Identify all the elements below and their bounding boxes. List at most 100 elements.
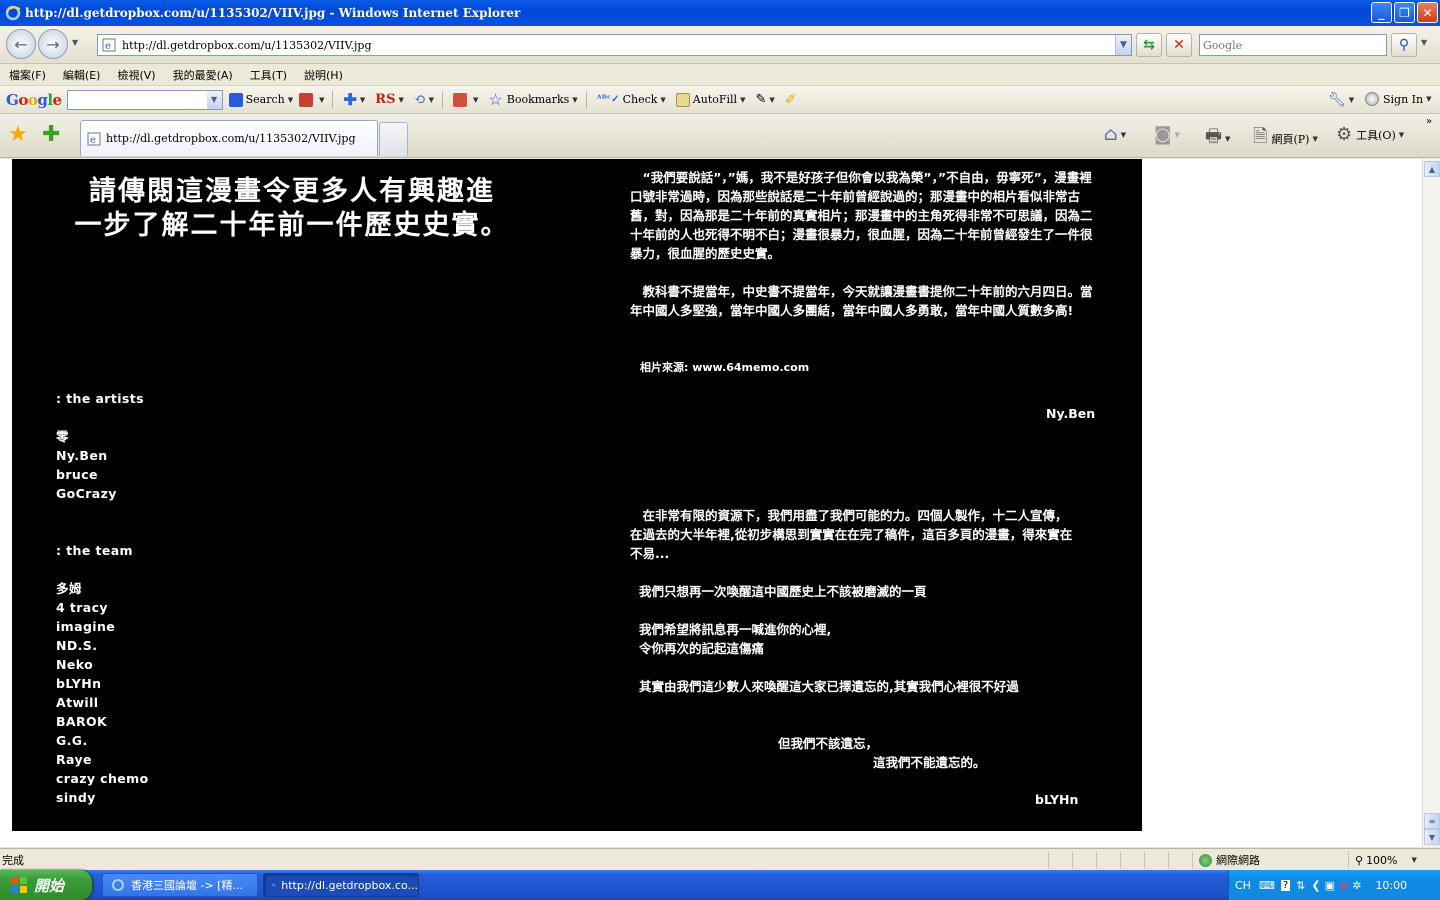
google-toolbar: Google ▼ Search ▼ ▼ ✚ ▼ RS ▼ ⟲ ▼ ▼ ☆ Bookmark… xyxy=(0,86,1440,114)
print-button[interactable]: 🖶︎ ▼ xyxy=(1205,124,1230,154)
refresh-icon: ⇆ xyxy=(1143,37,1155,53)
menu-edit[interactable]: 編輯(E) xyxy=(63,67,101,83)
address-input[interactable] xyxy=(122,38,1102,52)
photo-source: 相片來源: www.64memo.com xyxy=(640,361,810,374)
scroll-thumb[interactable]: ≡ xyxy=(1424,813,1440,829)
history-dropdown[interactable]: ▼ xyxy=(72,38,78,47)
tab-row: ★ ✚ e http://dl.getdropbox.com/u/1135302… xyxy=(0,114,1440,158)
google-search-button[interactable]: Search ▼ xyxy=(228,92,293,107)
artists-heading: : the artists xyxy=(56,391,144,406)
zone-indicator[interactable]: 網際網路 xyxy=(1192,851,1344,869)
network-icon[interactable]: ⇅ xyxy=(1296,879,1305,892)
search-options-dropdown[interactable]: ▼ xyxy=(1421,38,1427,47)
address-bar-row: ← → ▼ e ▼ ⇆ ✕ ⚲ ▼ xyxy=(0,26,1440,64)
new-tab-button[interactable] xyxy=(379,122,408,156)
highlighter-icon: ✐ xyxy=(784,91,797,108)
taskbar-item-dropbox[interactable]: http://dl.getdropbox.co... xyxy=(263,873,419,897)
menu-view[interactable]: 檢視(V) xyxy=(117,67,155,83)
tools-menu-button[interactable]: ⚙ 工具(O) ▼ xyxy=(1336,124,1404,145)
address-field[interactable]: e ▼ xyxy=(97,34,1132,56)
favorites-star-icon[interactable]: ★ xyxy=(8,124,28,146)
refresh-button[interactable]: ⇆ xyxy=(1136,33,1162,57)
scroll-up-button[interactable]: ▲ xyxy=(1424,161,1440,177)
stop-icon: ✕ xyxy=(1173,37,1185,53)
window-title: http://dl.getdropbox.com/u/1135302/VIIV.… xyxy=(25,6,521,20)
bookmarks-button[interactable]: ☆ Bookmarks ▼ xyxy=(488,90,577,109)
autofill-button[interactable]: AutoFill ▼ xyxy=(675,92,745,107)
language-indicator[interactable]: CH xyxy=(1235,879,1251,892)
toolbar-options[interactable]: ▼ xyxy=(299,92,324,107)
paragraph-1: “我們要說話”，”媽，我不是好孩子但你會以我為榮”，”不自由，毋寧死”，漫畫裡口… xyxy=(630,170,1093,261)
menu-help[interactable]: 說明(H) xyxy=(304,67,343,83)
google-logo: Google xyxy=(6,90,62,109)
status-bar: 完成 網際網路 ⚲ 100% ▼ xyxy=(0,848,1440,870)
paragraph-7-line2: 這我們不能遺忘的。 xyxy=(873,755,986,770)
home-icon: ⌂ xyxy=(1104,124,1118,145)
taskbar-item-forum[interactable]: 香港三國論壇 -> [精... xyxy=(102,873,258,897)
search-icon: ⚲ xyxy=(1398,37,1410,53)
home-button[interactable]: ⌂ ▼ xyxy=(1104,124,1126,145)
scroll-down-button[interactable]: ▼ xyxy=(1424,829,1440,845)
highlighter-button[interactable]: ✐ xyxy=(785,92,797,108)
forward-button[interactable]: → xyxy=(38,29,68,59)
user-icon xyxy=(1365,92,1379,106)
image-heading: 請傳閱這漫畫令更多人有興趣進 一步了解二十年前一件歷史史實。 xyxy=(74,176,510,241)
page-menu-button[interactable]: 🗎︎ 網頁(P) ▼ xyxy=(1253,124,1318,154)
vertical-scrollbar[interactable]: ▲ ≡ ▼ xyxy=(1422,159,1440,847)
zoom-control[interactable]: ⚲ 100% ▼ xyxy=(1348,851,1440,869)
search-field[interactable] xyxy=(1199,34,1387,56)
team-heading: : the team xyxy=(56,543,133,558)
paragraph-7-line1: 但我們不該遺忘， xyxy=(778,736,879,751)
close-button[interactable]: ✕ xyxy=(1417,2,1438,23)
popup-blocker-icon xyxy=(453,92,467,107)
paragraph-4: 我們只想再一次喚醒這中國歷史上不該被磨滅的一頁 xyxy=(639,584,927,599)
plus-button[interactable]: ✚ ▼ xyxy=(343,90,365,109)
keyboard-icon[interactable]: ⌨ xyxy=(1259,879,1275,892)
spellcheck-button[interactable]: ᴬᴮᶜ✓ Check ▼ xyxy=(597,93,666,106)
google-search-input[interactable] xyxy=(67,90,204,109)
monitor-icon[interactable]: ▣ xyxy=(1325,879,1335,892)
search-input[interactable] xyxy=(1203,36,1383,54)
signature-nyben: Ny.Ben xyxy=(1046,406,1096,421)
google-search-box[interactable]: ▼ xyxy=(66,89,223,110)
star-icon: ☆ xyxy=(488,90,503,109)
rs-button[interactable]: RS ▼ xyxy=(375,92,404,107)
tab-current[interactable]: e http://dl.getdropbox.com/u/1135302/VII… xyxy=(80,120,378,156)
back-arrow-icon: ← xyxy=(14,34,28,54)
system-tray: CH ⌨ ? ⇅ ❮ ▣ ⊘ ✲ 10:00 xyxy=(1228,870,1440,900)
sign-in-button[interactable]: Sign In ▼ xyxy=(1365,92,1432,106)
team-list: 多姆 4 tracy imagine ND.S. Neko bLYHn Atwi… xyxy=(56,581,149,805)
paragraph-5: 我們希望將訊息再一喊進你的心裡, 令你再次的記起這傷痛 xyxy=(639,622,832,656)
back-chevron-icon[interactable]: ❮ xyxy=(1311,879,1320,892)
title-bar: http://dl.getdropbox.com/u/1135302/VIIV.… xyxy=(0,0,1440,26)
globe-icon xyxy=(1199,853,1212,867)
back-button[interactable]: ← xyxy=(6,29,36,59)
autofill-icon xyxy=(675,92,690,107)
menu-favorites[interactable]: 我的最愛(A) xyxy=(173,67,233,83)
page-menu-icon: 🗎︎ xyxy=(1253,126,1268,147)
feeds-button[interactable]: ◙ ▼ xyxy=(1154,124,1180,145)
popup-blocker-button[interactable]: ▼ xyxy=(453,92,478,107)
help-icon[interactable]: ? xyxy=(1280,879,1291,891)
address-dropdown[interactable]: ▼ xyxy=(1115,35,1131,55)
menu-file[interactable]: 檔案(F) xyxy=(9,67,46,83)
page-icon: e xyxy=(87,132,101,146)
minimize-button[interactable]: _ xyxy=(1371,2,1392,23)
add-favorite-icon[interactable]: ✚ xyxy=(42,124,60,146)
restore-button[interactable]: ❐ xyxy=(1394,2,1415,23)
stop-button[interactable]: ✕ xyxy=(1166,33,1192,57)
chevron-right-icon[interactable]: » xyxy=(1426,116,1432,127)
rss-icon: ◙ xyxy=(1154,124,1172,145)
wrench-button[interactable]: 🔧︎ ▼ xyxy=(1328,92,1354,108)
wand-button[interactable]: ✎ ▼ xyxy=(755,92,774,107)
search-button[interactable]: ⚲ xyxy=(1391,33,1417,57)
start-button[interactable]: 開始 xyxy=(0,870,92,900)
tray-app-icon[interactable]: ✲ xyxy=(1352,879,1361,892)
menu-tools[interactable]: 工具(T) xyxy=(250,67,287,83)
google-search-dropdown[interactable]: ▼ xyxy=(206,90,222,109)
share-button[interactable]: ⟲ ▼ xyxy=(414,92,434,108)
antivirus-icon[interactable]: ⊘ xyxy=(1339,879,1348,892)
forward-arrow-icon: → xyxy=(46,34,60,54)
signature-blyhn: bLYHn xyxy=(1035,792,1079,807)
svg-text:e: e xyxy=(105,41,111,52)
